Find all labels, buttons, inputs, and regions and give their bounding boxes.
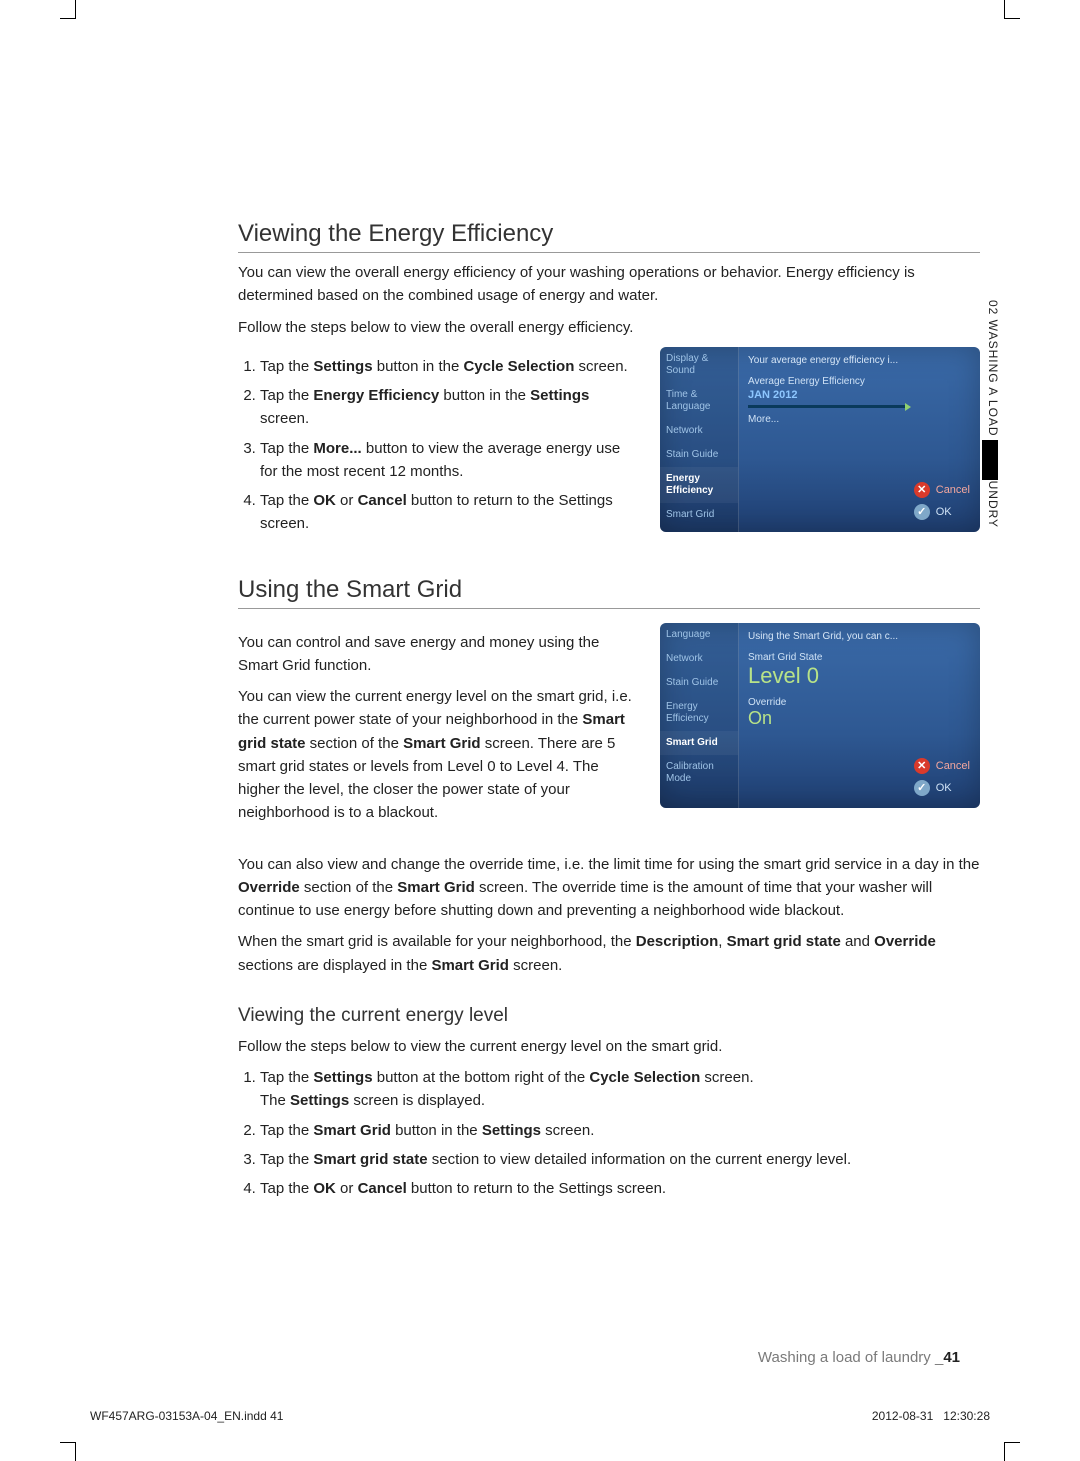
sidebar-item[interactable]: Stain Guide (660, 443, 738, 467)
sidebar-item[interactable]: Network (660, 419, 738, 443)
sidebar-item[interactable]: Time & Language (660, 383, 738, 419)
settings-sidebar: Display & Sound Time & Language Network … (660, 347, 739, 532)
crop-mark (1004, 1442, 1020, 1461)
paragraph: You can also view and change the overrid… (238, 853, 980, 923)
steps-list: Tap the Settings button at the bottom ri… (238, 1066, 980, 1200)
pane-description: Your average energy efficiency i... (748, 355, 970, 366)
ok-button[interactable]: ✓OK (914, 780, 952, 796)
step-item: Tap the Settings button at the bottom ri… (260, 1066, 980, 1113)
sidebar-item[interactable]: Smart Grid (660, 503, 738, 527)
sidebar-item[interactable]: Display & Sound (660, 347, 738, 383)
sidebar-item-energy-efficiency[interactable]: Energy Efficiency (660, 467, 738, 503)
cancel-button[interactable]: ✕Cancel (914, 482, 970, 498)
ok-button[interactable]: ✓OK (914, 504, 952, 520)
paragraph: You can view the overall energy efficien… (238, 261, 980, 308)
sidebar-item[interactable]: Network (660, 647, 738, 671)
label-override: Override (748, 697, 970, 708)
heading-viewing-energy-efficiency: Viewing the Energy Efficiency (238, 220, 980, 253)
sidebar-item[interactable]: Stain Guide (660, 671, 738, 695)
label-smart-grid-state: Smart Grid State (748, 652, 970, 663)
close-icon: ✕ (914, 482, 930, 498)
step-item: Tap the Settings button in the Cycle Sel… (260, 355, 640, 378)
sidebar-item[interactable]: Energy Efficiency (660, 695, 738, 731)
step-item: Tap the Energy Efficiency button in the … (260, 384, 640, 431)
sidebar-item[interactable]: Language (660, 623, 738, 647)
page-content: Viewing the Energy Efficiency You can vi… (238, 220, 980, 1206)
settings-sidebar: Language Network Stain Guide Energy Effi… (660, 623, 739, 808)
steps-list: Tap the Settings button in the Cycle Sel… (238, 355, 640, 536)
settings-screenshot-smartgrid: Language Network Stain Guide Energy Effi… (660, 623, 980, 808)
paragraph: You can control and save energy and mone… (238, 631, 640, 678)
paragraph: When the smart grid is available for you… (238, 930, 980, 977)
section-tab-label: 02 WASHING A LOAD OF LAUNDRY (986, 300, 1000, 528)
step-item: Tap the Smart grid state section to view… (260, 1148, 980, 1171)
heading-using-smart-grid: Using the Smart Grid (238, 576, 980, 609)
label-average-energy: Average Energy Efficiency (748, 376, 970, 387)
cancel-button[interactable]: ✕Cancel (914, 758, 970, 774)
pane-description: Using the Smart Grid, you can c... (748, 631, 970, 642)
crop-mark (60, 1442, 76, 1461)
page-number: 41 (943, 1349, 960, 1366)
check-icon: ✓ (914, 780, 930, 796)
paragraph: You can view the current energy level on… (238, 685, 640, 825)
step-item: Tap the More... button to view the avera… (260, 437, 640, 484)
close-icon: ✕ (914, 758, 930, 774)
settings-screenshot-energy: Display & Sound Time & Language Network … (660, 347, 980, 532)
paragraph: Follow the steps below to view the curre… (238, 1035, 980, 1058)
paragraph: Follow the steps below to view the overa… (238, 316, 980, 339)
step-item: Tap the Smart Grid button in the Setting… (260, 1119, 980, 1142)
more-button[interactable]: More... (748, 414, 970, 425)
imprint-date: 2012-08-31 (872, 1409, 933, 1423)
check-icon: ✓ (914, 504, 930, 520)
section-tab-indicator (982, 440, 998, 480)
crop-mark (60, 0, 76, 19)
imprint-time: 12:30:28 (943, 1409, 990, 1423)
sidebar-item-smart-grid[interactable]: Smart Grid (660, 731, 738, 755)
page-footer: Washing a load of laundry _41 (758, 1349, 960, 1366)
manual-page: 02 WASHING A LOAD OF LAUNDRY Viewing the… (0, 0, 1080, 1461)
value-override[interactable]: On (748, 708, 970, 729)
imprint-file: WF457ARG-03153A-04_EN.indd 41 (90, 1409, 283, 1423)
step-item: Tap the OK or Cancel button to return to… (260, 489, 640, 536)
label-month: JAN 2012 (748, 389, 970, 401)
sidebar-item[interactable]: Calibration Mode (660, 755, 738, 791)
efficiency-bar (748, 405, 908, 408)
value-smart-grid-state[interactable]: Level 0 (748, 663, 970, 689)
step-item: Tap the OK or Cancel button to return to… (260, 1177, 980, 1200)
heading-viewing-current-energy-level: Viewing the current energy level (238, 1005, 980, 1027)
imprint-line: WF457ARG-03153A-04_EN.indd 41 2012-08-31… (90, 1409, 990, 1423)
crop-mark (1004, 0, 1020, 19)
